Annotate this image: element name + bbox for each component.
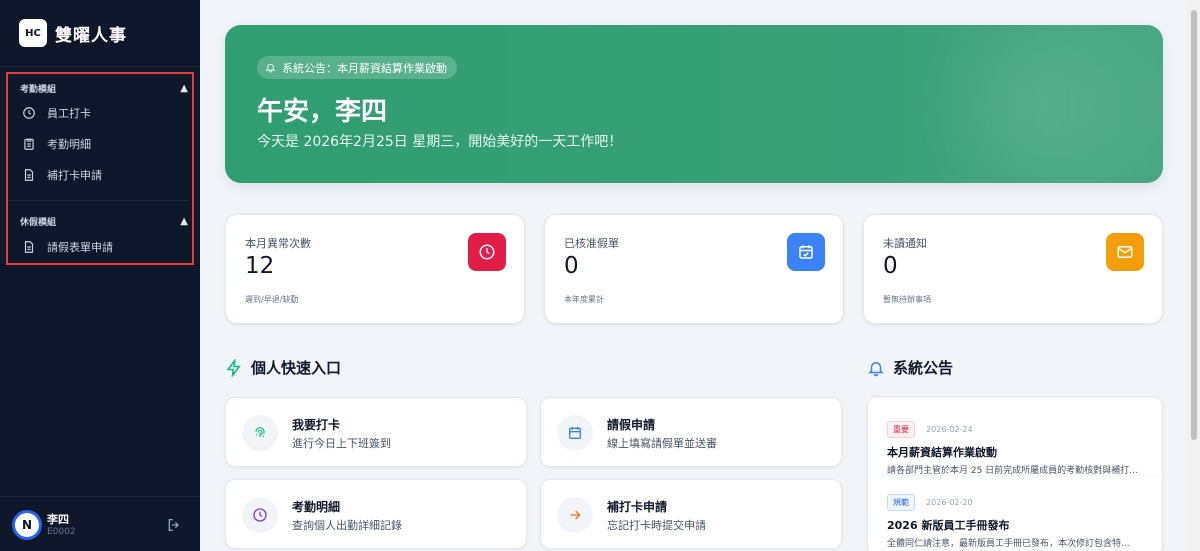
greeting-subtitle: 今天是 2026年2月25日 星期三，開始美好的一天工作吧！: [257, 134, 623, 150]
user-id: E0002: [47, 527, 76, 537]
announcement-date: 2026-02-20: [926, 498, 973, 507]
quick-link-attendance-detail[interactable]: 考勤明細 查詢個人出勤詳細記錄: [225, 479, 527, 549]
quick-link-sub: 查詢個人出勤詳細記錄: [292, 519, 402, 532]
group-title: 考勤模組: [20, 85, 57, 95]
quick-links-title: 個人快速入口: [225, 357, 341, 378]
divider: [8, 200, 188, 201]
announcement-title: 2026 新版員工手冊發布: [887, 519, 1010, 532]
announcement-item[interactable]: 規範 2026-02-20 2026 新版員工手冊發布 全體同仁請注意，最新版員…: [887, 490, 1149, 549]
calendar-check-icon: [787, 233, 825, 271]
announcements-panel: 重要 2026-02-24 本月薪資結算作業啟動 請各部門主管於本月 25 日前…: [867, 396, 1163, 551]
bell-icon: [868, 361, 884, 376]
stat-label: 已核准假單: [564, 237, 619, 250]
greeting: 午安，李四: [257, 97, 388, 127]
sidebar-item-label: 員工打卡: [47, 107, 91, 120]
sidebar-item-punch-correction[interactable]: 補打卡申請: [22, 167, 102, 183]
sidebar-item-attendance-detail[interactable]: 考勤明細: [22, 136, 91, 152]
arrow-right-icon: [557, 497, 593, 533]
sidebar-item-label: 補打卡申請: [47, 169, 102, 182]
announcement-body: 全體同仁請注意，最新版員工手冊已發布，本次修訂包含特...: [887, 539, 1130, 549]
quick-link-sub: 線上填寫請假單並送審: [607, 437, 717, 450]
clock-icon: [242, 497, 278, 533]
logout-icon[interactable]: [166, 517, 182, 533]
tag-badge: 重要: [887, 421, 915, 438]
announcements-title: 系統公告: [867, 357, 953, 378]
stat-sub: 本年度累計: [564, 295, 604, 304]
group-header-attendance[interactable]: 考勤模組 ▲: [20, 82, 188, 95]
stat-card-approved-leave[interactable]: 已核准假單 0 本年度累計: [544, 214, 844, 324]
avatar[interactable]: N: [12, 510, 42, 540]
menu-highlight-box: 考勤模組 ▲ 員工打卡 考勤明細 補打卡申請 休假模組 ▲ 請假表單申請: [6, 72, 194, 265]
stat-sub: 暫無待辦事項: [883, 295, 931, 304]
clock-icon: [23, 107, 35, 119]
stat-card-anomalies[interactable]: 本月異常次數 12 遲到/早退/缺勤: [225, 214, 525, 324]
stat-card-unread[interactable]: 未讀通知 0 暫無待辦事項: [863, 214, 1163, 324]
stat-value: 0: [564, 253, 579, 279]
clock-icon: [468, 233, 506, 271]
tag-badge: 規範: [887, 494, 915, 511]
sidebar: HC 雙曜人事 考勤模組 ▲ 員工打卡 考勤明細 補打卡申請 休假模組 ▲ 請假…: [0, 0, 200, 551]
stat-value: 12: [245, 253, 275, 279]
announcement-date: 2026-02-24: [926, 425, 973, 434]
page-scrollbar[interactable]: [1188, 0, 1200, 551]
sidebar-item-clock-in[interactable]: 員工打卡: [22, 105, 91, 121]
clipboard-icon: [24, 138, 34, 150]
announcement-pill[interactable]: 系統公告：本月薪資結算作業啟動: [257, 56, 457, 79]
group-title: 休假模組: [20, 218, 57, 228]
quick-link-clock-in[interactable]: 我要打卡 進行今日上下班簽到: [225, 397, 527, 467]
quick-link-title: 請假申請: [607, 418, 656, 432]
quick-link-sub: 忘記打卡時提交申請: [607, 519, 706, 532]
sidebar-item-label: 請假表單申請: [47, 241, 113, 254]
collapse-triangle-icon: ▲: [180, 216, 188, 227]
section-title-text: 個人快速入口: [251, 359, 342, 377]
bell-icon: [265, 63, 276, 73]
mail-icon: [1106, 233, 1144, 271]
announcement-title: 本月薪資結算作業啟動: [887, 446, 997, 459]
brand-logo: HC: [19, 19, 47, 47]
welcome-banner: 系統公告：本月薪資結算作業啟動 午安，李四 今天是 2026年2月25日 星期三…: [225, 25, 1163, 183]
banner-glow: [883, 25, 1163, 183]
sidebar-item-leave-request[interactable]: 請假表單申請: [22, 239, 113, 255]
scrollbar-thumb[interactable]: [1191, 10, 1197, 440]
stat-sub: 遲到/早退/缺勤: [245, 295, 299, 304]
divider: [0, 66, 200, 67]
quick-link-sub: 進行今日上下班簽到: [292, 437, 391, 450]
quick-link-title: 我要打卡: [292, 418, 341, 432]
sidebar-item-label: 考勤明細: [47, 138, 91, 151]
group-header-leave[interactable]: 休假模組 ▲: [20, 215, 188, 228]
calendar-icon: [557, 415, 593, 451]
announcement-text: 系統公告：本月薪資結算作業啟動: [282, 61, 447, 75]
stat-value: 0: [883, 253, 898, 279]
quick-link-title: 補打卡申請: [607, 500, 668, 514]
stat-label: 未讀通知: [883, 237, 927, 250]
document-icon: [24, 169, 34, 181]
quick-link-title: 考勤明細: [292, 500, 341, 514]
announcement-item[interactable]: 重要 2026-02-24 本月薪資結算作業啟動 請各部門主管於本月 25 日前…: [887, 417, 1149, 476]
brand-name: 雙曜人事: [55, 25, 127, 46]
divider: [868, 475, 1162, 476]
quick-link-leave-request[interactable]: 請假申請 線上填寫請假單並送審: [540, 397, 842, 467]
document-icon: [24, 241, 34, 253]
divider: [0, 496, 200, 497]
stat-label: 本月異常次數: [245, 237, 311, 250]
quick-link-punch-correction[interactable]: 補打卡申請 忘記打卡時提交申請: [540, 479, 842, 549]
collapse-triangle-icon: ▲: [180, 83, 188, 94]
fingerprint-icon: [242, 415, 278, 451]
lightning-icon: [226, 358, 241, 377]
brand[interactable]: HC 雙曜人事: [19, 19, 127, 47]
user-name: 李四: [47, 513, 69, 526]
section-title-text: 系統公告: [893, 359, 954, 377]
